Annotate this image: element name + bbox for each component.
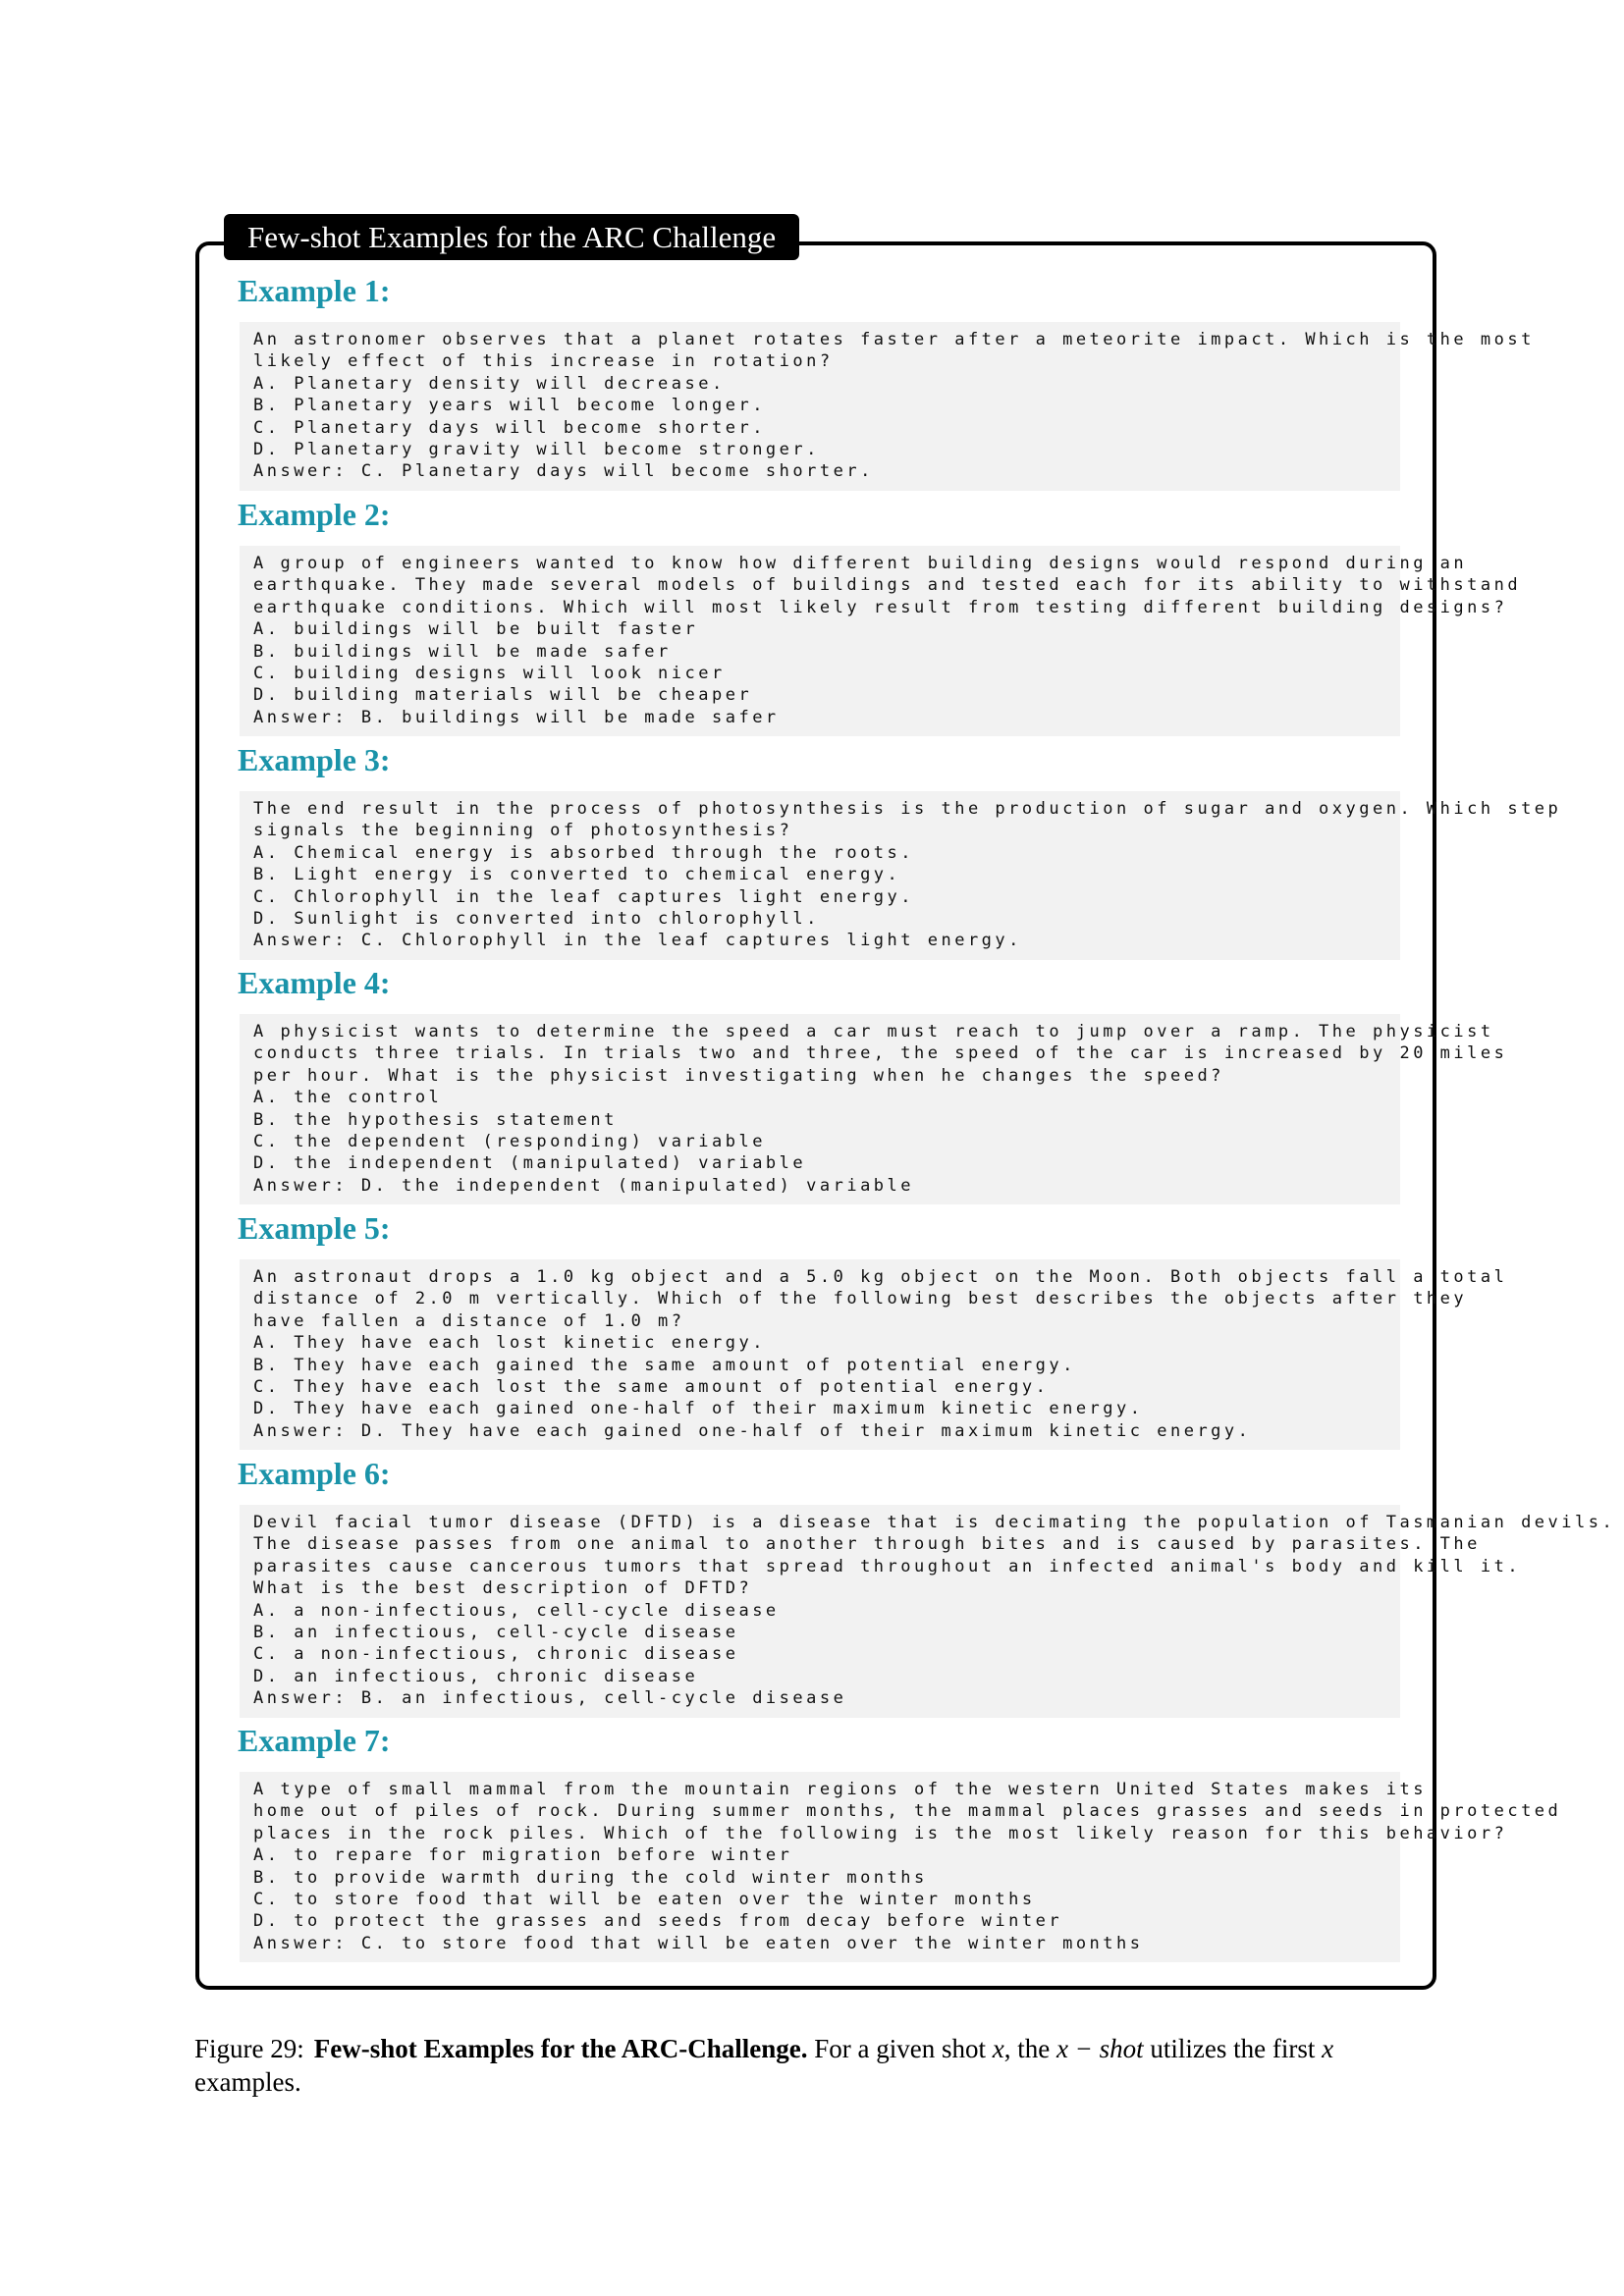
example-text-line: signals the beginning of photosynthesis? [253, 821, 793, 841]
figure-caption: Figure 29: Few-shot Examples for the ARC-… [194, 2032, 1435, 2099]
example-text-line: earthquake conditions. Which will most l… [253, 597, 1508, 617]
example-text-line: parasites cause cancerous tumors that sp… [253, 1556, 1522, 1576]
example-text-line: distance of 2.0 m vertically. Which of t… [253, 1289, 1468, 1309]
caption-variable: x [1322, 2034, 1334, 2063]
example-text-line: per hour. What is the physicist investig… [253, 1065, 1224, 1086]
example-text-line: A type of small mammal from the mountain… [253, 1780, 1427, 1799]
example-text-line: A. They have each lost kinetic energy. [253, 1333, 766, 1354]
example-text-line: An astronaut drops a 1.0 kg object and a… [253, 1267, 1508, 1287]
example-text-line: An astronomer observes that a planet rot… [253, 330, 1535, 349]
example-text-line: Answer: D. They have each gained one-hal… [253, 1420, 1252, 1441]
caption-title: Few-shot Examples for the ARC-Challenge. [313, 2034, 808, 2063]
example-text-line: B. Planetary years will become longer. [253, 396, 766, 416]
example-text-line: B. buildings will be made safer [253, 641, 672, 662]
example-text-line: A. buildings will be built faster [253, 619, 699, 640]
box-title: Few-shot Examples for the ARC Challenge [224, 214, 800, 260]
example-block: Devil facial tumor disease (DFTD) is a d… [240, 1505, 1616, 1718]
example-text-line: conducts three trials. In trials two and… [253, 1043, 1508, 1064]
example-heading: Example 2: [238, 497, 391, 532]
example-text-line: C. Planetary days will become shorter. [253, 417, 766, 438]
example-text-line: D. to protect the grasses and seeds from… [253, 1911, 1063, 1932]
example-block: An astronomer observes that a planet rot… [240, 322, 1535, 491]
example-block: An astronaut drops a 1.0 kg object and a… [240, 1259, 1508, 1451]
example-text-line: Answer: C. to store food that will be ea… [253, 1933, 1144, 1953]
example-text-line: Answer: B. an infectious, cell-cycle dis… [253, 1688, 847, 1709]
example-block: The end result in the process of photosy… [240, 791, 1562, 960]
example-text-line: C. They have each lost the same amount o… [253, 1377, 1050, 1398]
example-text-line: C. building designs will look nicer [253, 664, 726, 684]
example-text-line: A. Chemical energy is absorbed through t… [253, 842, 915, 863]
example-heading: Example 3: [238, 742, 391, 777]
example-text-line: home out of piles of rock. During summer… [253, 1801, 1562, 1822]
example-text-line: Answer: C. Chlorophyll in the leaf captu… [253, 931, 1022, 951]
example-text-line: B. the hypothesis statement [253, 1109, 618, 1130]
caption-label: Figure 29: [194, 2034, 304, 2063]
example-text-line: A. the control [253, 1088, 443, 1108]
caption-text: examples. [194, 2067, 301, 2097]
example-text-line: places in the rock piles. Which of the f… [253, 1823, 1508, 1843]
example-text-line: B. an infectious, cell-cycle disease [253, 1623, 739, 1643]
example-text-line: likely effect of this increase in rotati… [253, 351, 834, 372]
caption-text: utilizes the first [1143, 2034, 1323, 2063]
example-text-line: A physicist wants to determine the speed… [253, 1022, 1494, 1041]
example-text-line: C. a non-infectious, chronic disease [253, 1644, 739, 1665]
example-text-line: D. the independent (manipulated) variabl… [253, 1153, 807, 1174]
example-text-line: The end result in the process of photosy… [253, 799, 1562, 819]
example-text-line: B. Light energy is converted to chemical… [253, 865, 901, 885]
caption-text: For a given shot [814, 2034, 993, 2063]
example-text-line: A. a non-infectious, cell-cycle disease [253, 1600, 780, 1621]
example-text-line: Answer: C. Planetary days will become sh… [253, 461, 874, 482]
example-text-line: D. They have each gained one-half of the… [253, 1399, 1144, 1419]
example-text-line: B. to provide warmth during the cold win… [253, 1867, 928, 1888]
example-text-line: D. building materials will be cheaper [253, 685, 753, 706]
example-text-line: D. Planetary gravity will become stronge… [253, 440, 820, 460]
example-heading: Example 6: [238, 1456, 391, 1491]
example-text-line: A. to repare for migration before winter [253, 1845, 793, 1866]
caption-variable: x − shot [1056, 2034, 1144, 2063]
example-text-line: D. an infectious, chronic disease [253, 1666, 699, 1686]
example-text-line: C. the dependent (responding) variable [253, 1132, 766, 1152]
example-text-line: A group of engineers wanted to know how … [253, 554, 1468, 573]
example-text-line: earthquake. They made several models of … [253, 575, 1522, 596]
caption-variable: x [992, 2034, 1004, 2063]
example-heading: Example 1: [238, 273, 391, 308]
example-block: A type of small mammal from the mountain… [240, 1772, 1562, 1963]
example-text-line: D. Sunlight is converted into chlorophyl… [253, 909, 820, 930]
example-text-line: B. They have each gained the same amount… [253, 1355, 1076, 1375]
example-heading: Example 4: [238, 965, 391, 1000]
example-text-line: The disease passes from one animal to an… [253, 1534, 1481, 1555]
example-text-line: Devil facial tumor disease (DFTD) is a d… [253, 1513, 1616, 1532]
example-heading: Example 7: [238, 1723, 391, 1758]
example-block: A physicist wants to determine the speed… [240, 1014, 1508, 1205]
example-text-line: What is the best description of DFTD? [253, 1578, 753, 1599]
example-heading: Example 5: [238, 1210, 391, 1246]
example-block: A group of engineers wanted to know how … [240, 546, 1522, 737]
example-text-line: Answer: B. buildings will be made safer [253, 707, 780, 727]
example-text-line: Answer: D. the independent (manipulated)… [253, 1175, 915, 1196]
example-text-line: have fallen a distance of 1.0 m? [253, 1310, 685, 1331]
example-text-line: C. Chlorophyll in the leaf captures ligh… [253, 886, 915, 907]
caption-text: , the [1003, 2034, 1056, 2063]
example-text-line: C. to store food that will be eaten over… [253, 1890, 1036, 1910]
example-text-line: A. Planetary density will decrease. [253, 373, 726, 394]
